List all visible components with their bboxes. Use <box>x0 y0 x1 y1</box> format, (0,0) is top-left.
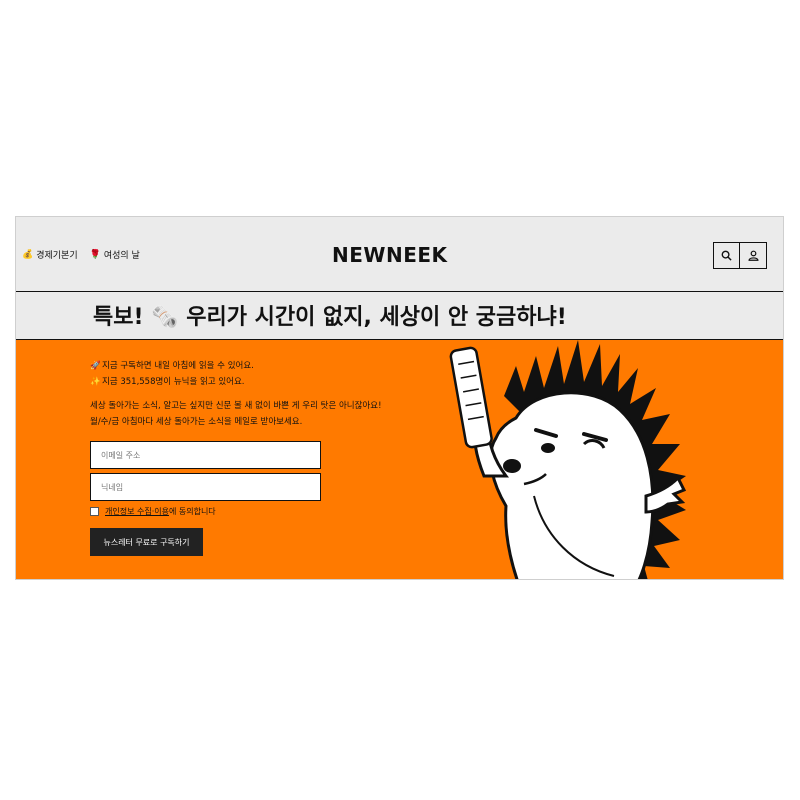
nav-item-label: 경제기본기 <box>36 251 78 261</box>
site-logo[interactable]: NEWNEEK <box>332 243 448 267</box>
hero-description: 세상 돌아가는 소식, 알고는 싶지만 신문 볼 새 없이 바쁜 게 우리 탓은… <box>90 398 381 430</box>
header-actions <box>713 242 767 269</box>
search-button[interactable] <box>713 242 740 269</box>
top-navbar: 💰 경제기본기 🌹 여성의 날 NEWNEEK <box>16 217 783 292</box>
desc-line-1: 세상 돌아가는 소식, 알고는 싶지만 신문 볼 새 없이 바쁜 게 우리 탓은… <box>90 401 382 411</box>
consent-row: 개인정보 수집·이용에 동의합니다 <box>90 506 216 517</box>
email-field[interactable] <box>90 441 321 469</box>
money-bag-icon: 💰 <box>22 249 34 260</box>
hero-info: 🚀지금 구독하면 내일 아침에 읽을 수 있어요. ✨지금 351,558명이 … <box>90 358 254 390</box>
hero-line-2: 지금 351,558명이 뉴닉을 읽고 있어요. <box>102 377 245 387</box>
subscribe-button[interactable]: 뉴스레터 무료로 구독하기 <box>90 528 203 556</box>
desc-line-2: 월/수/금 아침마다 세상 돌아가는 소식을 메일로 받아보세요. <box>90 417 303 427</box>
rocket-icon: 🚀 <box>90 361 101 371</box>
sparkle-icon: ✨ <box>90 377 101 387</box>
rose-icon: 🌹 <box>89 249 101 260</box>
user-icon <box>748 250 758 261</box>
nav-item-economy[interactable]: 💰 경제기본기 <box>22 248 78 262</box>
category-nav: 💰 경제기본기 🌹 여성의 날 <box>22 248 140 262</box>
nickname-field[interactable] <box>90 473 321 501</box>
hedgehog-mascot-illustration <box>449 340 687 579</box>
subscribe-hero: 🚀지금 구독하면 내일 아침에 읽을 수 있어요. ✨지금 351,558명이 … <box>16 340 783 579</box>
nav-item-womens-day[interactable]: 🌹 여성의 날 <box>89 248 140 262</box>
hero-line-1: 지금 구독하면 내일 아침에 읽을 수 있어요. <box>102 361 254 371</box>
nav-item-label: 여성의 날 <box>103 251 140 261</box>
privacy-policy-link[interactable]: 개인정보 수집·이용 <box>105 507 169 516</box>
consent-label: 에 동의합니다 <box>168 507 216 516</box>
user-button[interactable] <box>740 242 767 269</box>
page-frame: 💰 경제기본기 🌹 여성의 날 NEWNEEK 특보! 🗞️ 우리가 시간이 없… <box>15 216 784 580</box>
consent-checkbox[interactable] <box>90 507 99 516</box>
search-icon <box>721 250 732 261</box>
